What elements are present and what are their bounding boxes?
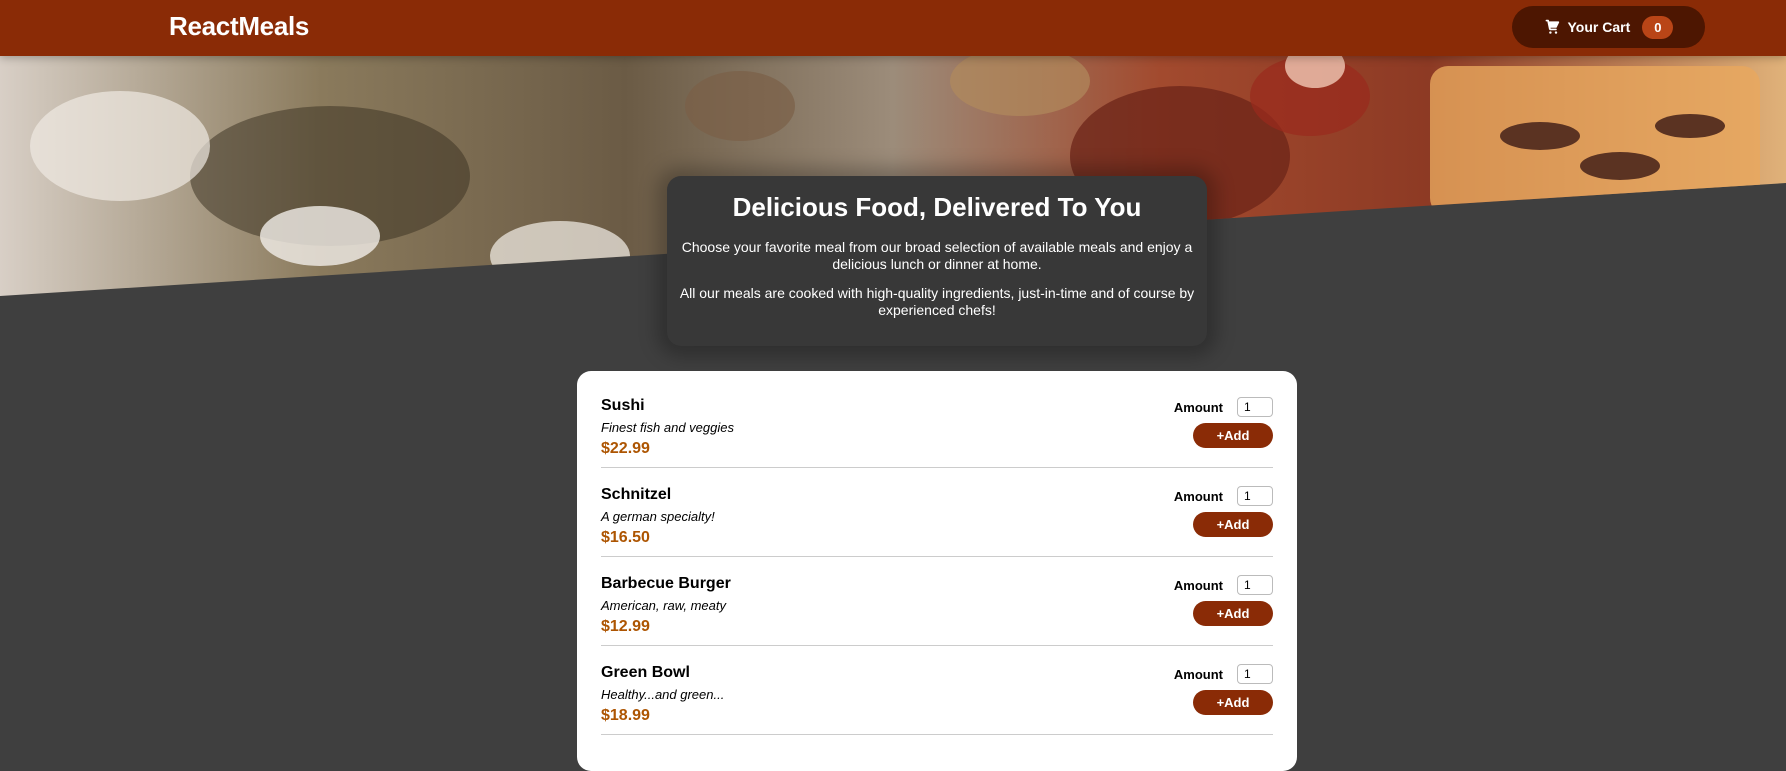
- amount-label: Amount: [1173, 488, 1223, 504]
- amount-row: Amount: [1174, 664, 1273, 684]
- meal-info: Sushi Finest fish and veggies $22.99: [601, 397, 734, 467]
- meal-item: Barbecue Burger American, raw, meaty $12…: [601, 557, 1273, 646]
- summary-paragraph-1: Choose your favorite meal from our broad…: [681, 239, 1193, 272]
- shopping-cart-icon: [1544, 19, 1560, 35]
- add-button[interactable]: +Add: [1193, 690, 1273, 715]
- meal-info: Schnitzel A german specialty! $16.50: [601, 486, 715, 556]
- meal-item: Sushi Finest fish and veggies $22.99 Amo…: [601, 379, 1273, 468]
- amount-row: Amount: [1174, 575, 1273, 595]
- meal-list: Sushi Finest fish and veggies $22.99 Amo…: [601, 379, 1273, 735]
- meal-item: Schnitzel A german specialty! $16.50 Amo…: [601, 468, 1273, 557]
- amount-row: Amount: [1174, 486, 1273, 506]
- meal-name: Green Bowl: [601, 664, 690, 681]
- meal-price: $22.99: [601, 440, 650, 457]
- add-button[interactable]: +Add: [1193, 601, 1273, 626]
- meal-name: Barbecue Burger: [601, 575, 731, 592]
- meal-form: Amount +Add: [1174, 664, 1273, 734]
- meal-price: $12.99: [601, 618, 650, 635]
- summary-paragraph-2: All our meals are cooked with high-quali…: [679, 285, 1195, 318]
- amount-input[interactable]: [1237, 397, 1273, 417]
- meal-description: A german specialty!: [601, 509, 715, 524]
- meal-info: Barbecue Burger American, raw, meaty $12…: [601, 575, 731, 645]
- available-meals-card: Sushi Finest fish and veggies $22.99 Amo…: [577, 371, 1297, 771]
- meal-description: Finest fish and veggies: [601, 420, 734, 435]
- meal-name: Schnitzel: [601, 486, 672, 503]
- amount-row: Amount: [1174, 397, 1273, 417]
- meal-info: Green Bowl Healthy...and green... $18.99: [601, 664, 724, 734]
- amount-input[interactable]: [1237, 664, 1273, 684]
- meal-form: Amount +Add: [1174, 575, 1273, 645]
- meal-description: American, raw, meaty: [601, 598, 726, 613]
- meal-price: $16.50: [601, 529, 650, 546]
- add-button[interactable]: +Add: [1193, 423, 1273, 448]
- meal-item: Green Bowl Healthy...and green... $18.99…: [601, 646, 1273, 735]
- meal-name: Sushi: [601, 397, 645, 414]
- meal-form: Amount +Add: [1174, 397, 1273, 467]
- cart-count-badge: 0: [1642, 15, 1674, 39]
- app-title: ReactMeals: [169, 11, 310, 41]
- app-header: ReactMeals Your Cart 0: [0, 0, 1786, 56]
- cart-button[interactable]: Your Cart 0: [1512, 6, 1705, 48]
- summary-heading: Delicious Food, Delivered To You: [732, 192, 1142, 222]
- add-button[interactable]: +Add: [1193, 512, 1273, 537]
- amount-label: Amount: [1173, 399, 1223, 415]
- meal-description: Healthy...and green...: [601, 687, 725, 702]
- amount-input[interactable]: [1237, 486, 1273, 506]
- meal-price: $18.99: [601, 707, 650, 724]
- amount-input[interactable]: [1237, 575, 1273, 595]
- meal-form: Amount +Add: [1174, 486, 1273, 556]
- cart-label: Your Cart: [1567, 19, 1631, 35]
- meals-summary: Delicious Food, Delivered To You Choose …: [667, 176, 1207, 346]
- amount-label: Amount: [1173, 666, 1223, 682]
- amount-label: Amount: [1173, 577, 1223, 593]
